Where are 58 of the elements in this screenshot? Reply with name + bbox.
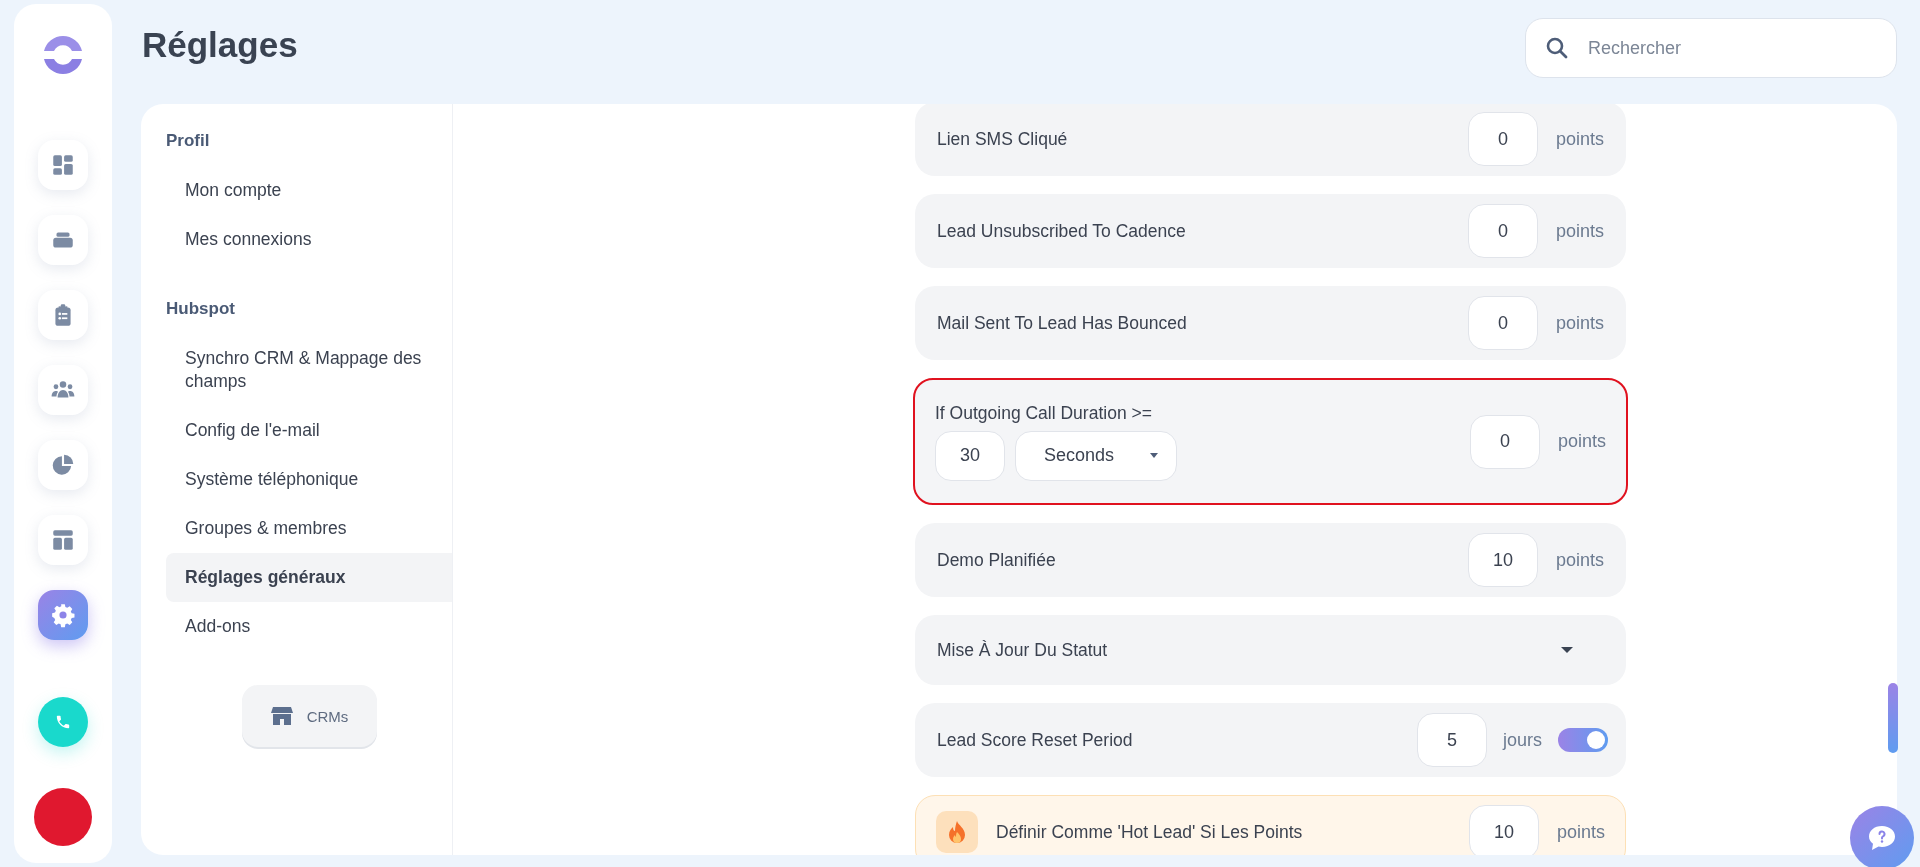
rule-label: Lead Unsubscribed To Cadence bbox=[937, 220, 1187, 242]
gear-icon bbox=[50, 602, 76, 628]
layout-icon bbox=[50, 527, 76, 553]
nav-button[interactable] bbox=[38, 140, 88, 190]
caret-icon bbox=[1560, 646, 1574, 654]
number-input[interactable]: 0 bbox=[1468, 204, 1538, 258]
settings-menu-item[interactable]: Synchro CRM & Mappage des champs bbox=[166, 334, 452, 406]
rule-label: Lien SMS Cliqué bbox=[937, 128, 1069, 150]
user-avatar[interactable] bbox=[34, 788, 92, 846]
settings-menu-item[interactable]: Réglages généraux bbox=[166, 553, 452, 602]
nav-button[interactable] bbox=[38, 215, 88, 265]
settings-menu-item[interactable]: Système téléphonique bbox=[166, 455, 452, 504]
rule-label: Définir Comme 'Hot Lead' Si Les Points bbox=[996, 821, 1304, 843]
number-input[interactable]: 10 bbox=[1468, 533, 1538, 587]
settings-menu-item[interactable]: Add-ons bbox=[166, 602, 452, 651]
dashboard-icon bbox=[50, 152, 76, 178]
settings-menu-item[interactable]: Config de l'e-mail bbox=[166, 406, 452, 455]
crms-button[interactable]: CRMs bbox=[242, 685, 377, 747]
rule-label: Lead Score Reset Period bbox=[937, 729, 1134, 751]
settings-menu-item[interactable]: Mes connexions bbox=[166, 215, 452, 264]
number-input[interactable]: 10 bbox=[1469, 805, 1539, 855]
rule-label: If Outgoing Call Duration >= bbox=[935, 402, 1153, 424]
scrollbar[interactable] bbox=[1888, 683, 1898, 753]
number-input[interactable]: 30 bbox=[935, 430, 1005, 481]
search-icon bbox=[1545, 36, 1569, 60]
unit-label: points bbox=[1556, 549, 1606, 571]
section-heading: Hubspot bbox=[166, 298, 236, 320]
status-dropdown[interactable]: Mise À Jour Du Statut bbox=[937, 617, 1608, 683]
rule-label: Demo Planifiée bbox=[937, 549, 1057, 571]
page-title: Réglages bbox=[142, 25, 298, 65]
phone-button[interactable] bbox=[38, 697, 88, 747]
store-icon bbox=[270, 706, 293, 726]
unit-label: points bbox=[1556, 128, 1606, 150]
unit-label: points bbox=[1556, 220, 1606, 242]
number-input[interactable]: 0 bbox=[1468, 296, 1538, 350]
settings-menu-item[interactable]: Mon compte bbox=[166, 166, 452, 215]
section-heading: Profil bbox=[166, 130, 211, 152]
flame-icon bbox=[947, 820, 967, 844]
nav-button[interactable] bbox=[38, 515, 88, 565]
chat-help-icon bbox=[1867, 824, 1897, 852]
nav-button[interactable] bbox=[38, 290, 88, 340]
number-input[interactable]: 0 bbox=[1470, 414, 1540, 469]
pie-chart-icon bbox=[50, 452, 76, 478]
unit-label: points bbox=[1556, 312, 1606, 334]
search-field[interactable]: Rechercher bbox=[1525, 18, 1897, 78]
number-input[interactable]: 0 bbox=[1468, 112, 1538, 166]
caret-icon bbox=[1148, 452, 1160, 459]
nav-button[interactable] bbox=[38, 590, 88, 640]
nav-button[interactable] bbox=[38, 440, 88, 490]
unit-label: jours bbox=[1503, 729, 1542, 751]
settings-menu-item[interactable]: Groupes & membres bbox=[166, 504, 452, 553]
unit-dropdown[interactable]: Seconds bbox=[1015, 430, 1177, 481]
unit-label: points bbox=[1558, 431, 1608, 452]
nav-button[interactable] bbox=[38, 365, 88, 415]
number-input[interactable]: 5 bbox=[1417, 713, 1487, 767]
unit-label: points bbox=[1557, 821, 1607, 843]
toggle-switch[interactable] bbox=[1558, 728, 1608, 752]
rule-label: Mail Sent To Lead Has Bounced bbox=[937, 312, 1188, 334]
